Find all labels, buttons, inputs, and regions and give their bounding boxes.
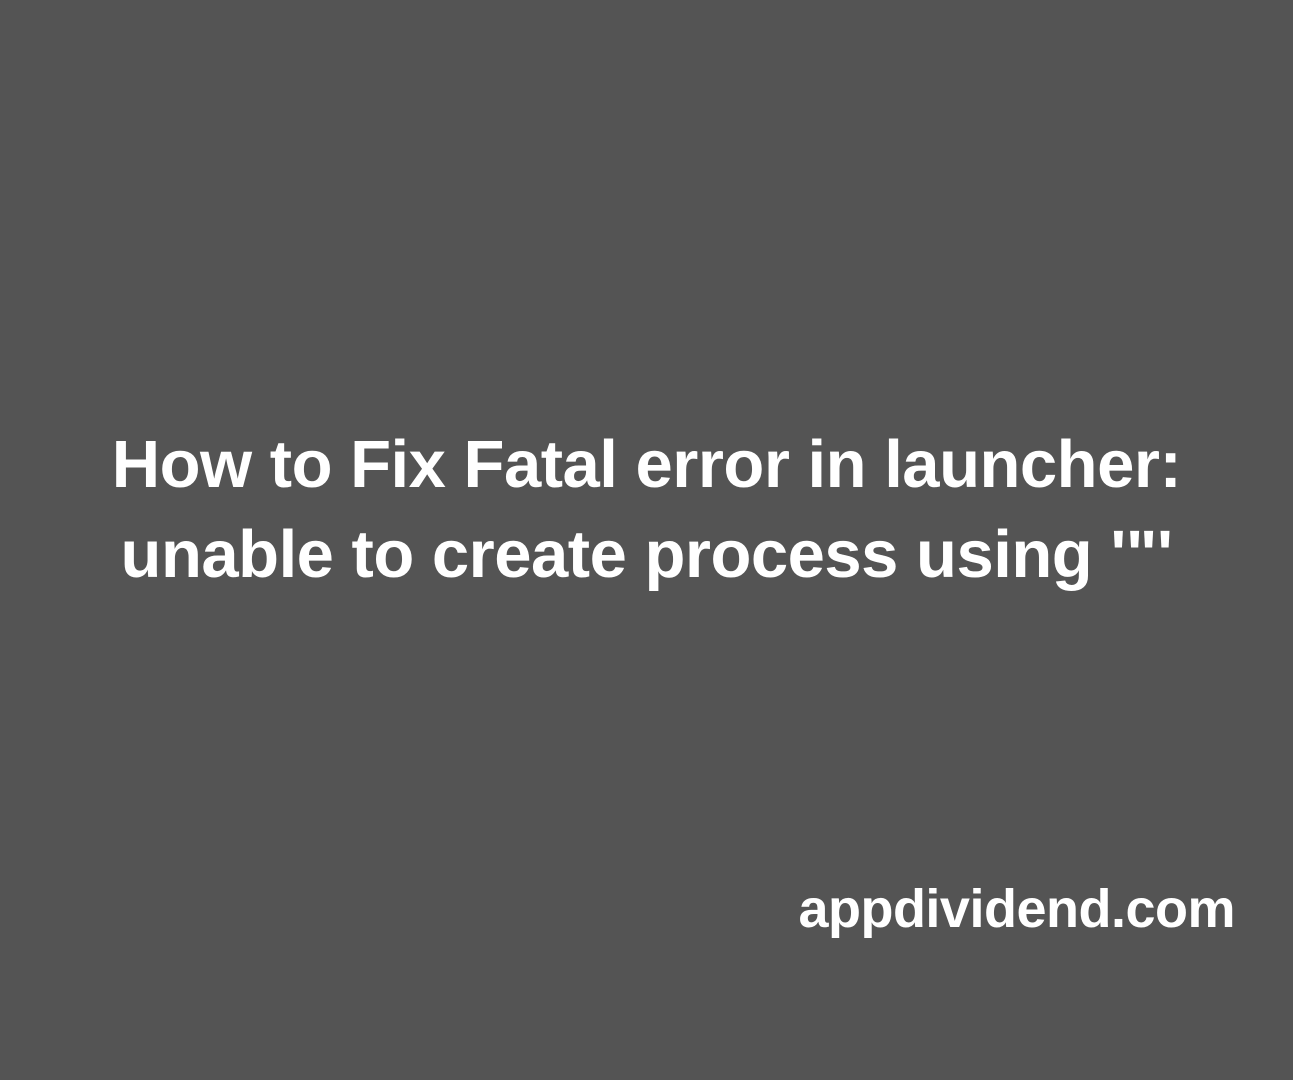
- article-title: How to Fix Fatal error in launcher: unab…: [26, 420, 1267, 601]
- site-credit: appdividend.com: [798, 878, 1235, 940]
